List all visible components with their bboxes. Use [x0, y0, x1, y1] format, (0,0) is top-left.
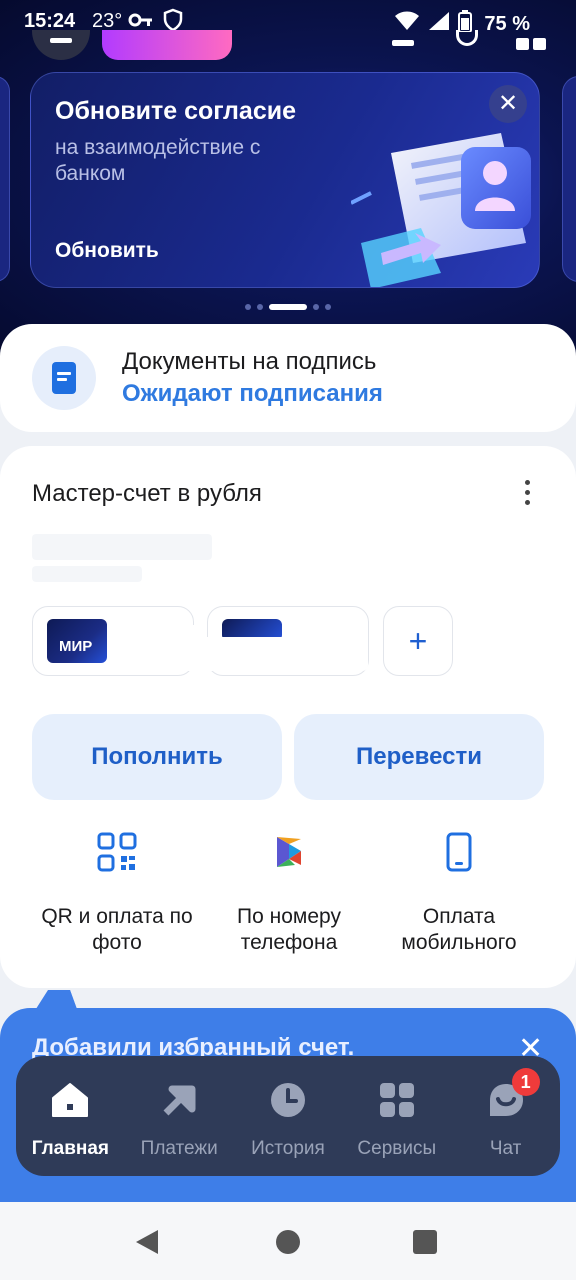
documents-to-sign-card[interactable]: Документы на подпись Ожидают подписания [0, 324, 576, 432]
carousel-dot[interactable] [313, 304, 319, 310]
nav-item-payments[interactable]: Платежи [129, 1080, 229, 1160]
chat-icon: 1 [456, 1068, 556, 1120]
carousel-dot[interactable] [325, 304, 331, 310]
consent-banner[interactable]: Обновите согласие на взаимодействие с ба… [30, 72, 540, 288]
back-icon[interactable] [136, 1230, 158, 1254]
account-title[interactable]: Мастер-счет в рубля [32, 480, 262, 508]
documents-status: Ожидают подписания [122, 380, 383, 407]
menu-icon[interactable] [392, 40, 414, 46]
bottom-navigation: Главная Платежи История Сервисы 1 Чат [16, 1056, 560, 1176]
carousel-dot[interactable] [245, 304, 251, 310]
grid-icon[interactable] [516, 38, 546, 50]
quick-action-label: По номеру телефона [237, 905, 341, 954]
quick-action-label: Оплата мобильного [401, 905, 517, 954]
promo-pill-button[interactable] [102, 30, 232, 60]
carousel-pagination [0, 304, 576, 310]
carousel-prev-card[interactable] [0, 76, 10, 282]
mobile-phone-icon [374, 830, 544, 874]
clock-history-icon [238, 1080, 338, 1120]
banner-update-link[interactable]: Обновить [55, 239, 159, 263]
card-chip-mir[interactable]: МИР 0035 [32, 606, 219, 676]
quick-action-mobile[interactable]: Оплата мобильного [374, 830, 544, 956]
carousel-dot-active[interactable] [269, 304, 307, 310]
arrow-payments-icon [129, 1080, 229, 1120]
nav-item-chat[interactable]: 1 Чат [456, 1068, 556, 1160]
document-illustration-icon [350, 133, 539, 287]
system-navigation-bar [0, 1202, 576, 1280]
nav-label: Сервисы [357, 1138, 437, 1159]
top-up-button[interactable]: Пополнить [32, 714, 282, 800]
account-number-redacted [32, 566, 142, 582]
nav-label: Главная [31, 1138, 110, 1159]
recent-apps-icon[interactable] [413, 1230, 437, 1254]
search-icon[interactable] [456, 30, 478, 46]
more-vertical-icon[interactable] [522, 480, 532, 508]
add-card-button[interactable]: + [383, 606, 453, 676]
nav-item-home[interactable]: Главная [20, 1080, 120, 1160]
home-circle-icon[interactable] [276, 1230, 300, 1254]
balance-redacted [32, 534, 212, 560]
nav-label: История [251, 1138, 325, 1159]
grid-services-icon [347, 1080, 447, 1120]
close-icon[interactable]: ✕ [489, 85, 527, 123]
sbp-icon [204, 830, 374, 874]
transfer-button[interactable]: Перевести [294, 714, 544, 800]
unread-badge: 1 [511, 1068, 540, 1096]
banner-subtitle: на взаимодействие с банком [55, 136, 261, 185]
hero-header: 15:24 23° 75 % Обновите согласие на взаи… [0, 0, 576, 360]
quick-action-label: QR и оплата по фото [41, 905, 193, 954]
master-account-card: Мастер-счет в рубля МИР 0035 + Пополнить… [0, 446, 576, 988]
nav-item-history[interactable]: История [238, 1080, 338, 1160]
documents-title: Документы на подпись [122, 348, 377, 375]
quick-action-qr[interactable]: QR и оплата по фото [32, 830, 202, 956]
banner-title: Обновите согласие [55, 97, 297, 125]
quick-action-sbp[interactable]: По номеру телефона [204, 830, 374, 956]
top-toolbar-partial [0, 30, 576, 64]
carousel-next-card[interactable] [562, 76, 576, 282]
plus-icon: + [408, 623, 428, 659]
profile-avatar[interactable] [32, 30, 90, 60]
qr-code-icon [32, 830, 202, 874]
carousel-dot[interactable] [257, 304, 263, 310]
nav-item-services[interactable]: Сервисы [347, 1080, 447, 1160]
nav-label: Платежи [140, 1138, 218, 1159]
home-icon [20, 1080, 120, 1120]
nav-label: Чат [489, 1138, 522, 1159]
mir-logo: МИР [47, 619, 107, 663]
card-redaction [178, 637, 368, 671]
card-chip-second[interactable] [178, 606, 369, 676]
document-icon [32, 346, 96, 410]
